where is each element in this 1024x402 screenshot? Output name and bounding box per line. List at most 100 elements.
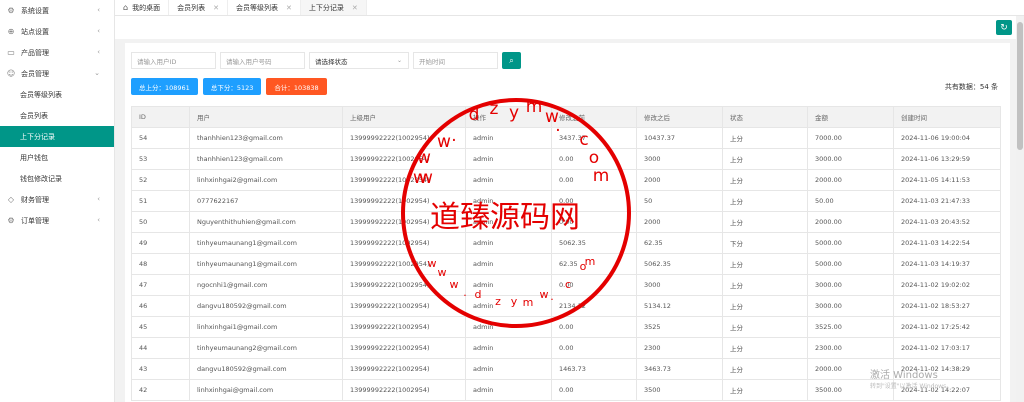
table-row: 53 thanhhien123@gmail.com 13999992222(1002… — [131, 148, 1001, 170]
table-cell: 13999992222(1002954) — [342, 274, 466, 296]
sidebar-item-label: 站点设置 — [21, 27, 49, 36]
sidebar-item-orders[interactable]: ⚙ 订单管理 ‹ — [0, 210, 114, 231]
table-cell: 上分 — [722, 190, 808, 212]
table-cell: 13999992222(1002954) — [342, 337, 466, 359]
sidebar-item-label: 财务管理 — [21, 195, 49, 204]
sidebar-item-label: 系统设置 — [21, 6, 49, 15]
table-cell: 0.00 — [551, 316, 637, 338]
filter-bar: 请输入用户ID 请输入用户号码 请选择状态 ⌄ 开始时间 ⌕ — [131, 52, 521, 69]
content-card: 请输入用户ID 请输入用户号码 请选择状态 ⌄ 开始时间 ⌕ 总上分：10896… — [125, 43, 1010, 402]
table-cell: 上分 — [722, 127, 808, 149]
tab-member-levels[interactable]: 会员等级列表 ✕ — [228, 0, 301, 15]
table-cell: 0.00 — [551, 274, 637, 296]
sidebar-item-products[interactable]: ▭ 产品管理 ‹ — [0, 42, 114, 63]
table-cell: 13999992222(1002954) — [342, 127, 466, 149]
table-cell: 0.00 — [551, 379, 637, 401]
user-id-input[interactable]: 请输入用户ID — [131, 52, 216, 69]
table-cell: 45 — [131, 316, 190, 338]
os-activation-title: 激活 Windows — [870, 370, 938, 381]
refresh-icon: ↻ — [1000, 22, 1008, 33]
table-cell: admin — [465, 169, 552, 191]
sidebar-item-site-settings[interactable]: ⊕ 站点设置 ‹ — [0, 21, 114, 42]
close-icon[interactable]: ✕ — [286, 4, 292, 12]
table-cell: 2024-11-02 17:25:42 — [893, 316, 1001, 338]
table-cell: 下分 — [722, 232, 808, 254]
table-cell: 51 — [131, 190, 190, 212]
phone-input[interactable]: 请输入用户号码 — [220, 52, 305, 69]
sidebar-sub-balance-records[interactable]: 上下分记录 — [0, 126, 114, 147]
chevron-left-icon: ‹ — [97, 216, 100, 224]
sidebar-item-finance[interactable]: ◇ 财务管理 ‹ — [0, 189, 114, 210]
column-header: 创建时间 — [893, 106, 1001, 128]
table-cell: admin — [465, 295, 552, 317]
close-icon[interactable]: ✕ — [352, 4, 358, 12]
tab-label: 上下分记录 — [308, 3, 344, 12]
tab-label: 会员等级列表 — [235, 3, 278, 12]
table-cell: 5000.00 — [807, 232, 894, 254]
table-cell: 13999992222(1002954) — [342, 211, 466, 233]
table-cell: 50.00 — [807, 190, 894, 212]
search-button[interactable]: ⌕ — [502, 52, 521, 69]
start-time-input[interactable]: 开始时间 — [413, 52, 498, 69]
column-header: ID — [131, 106, 190, 128]
table-cell: 13999992222(1002954) — [342, 295, 466, 317]
table-cell: 2024-11-05 14:11:53 — [893, 169, 1001, 191]
globe-icon: ⊕ — [7, 27, 15, 36]
refresh-button[interactable]: ↻ — [996, 20, 1012, 35]
status-select[interactable]: 请选择状态 ⌄ — [309, 52, 409, 69]
home-icon: ⌂ — [123, 3, 129, 12]
sidebar-item-system-settings[interactable]: ⚙ 系统设置 ‹ — [0, 0, 114, 21]
table-cell: admin — [465, 316, 552, 338]
table-cell: 44 — [131, 337, 190, 359]
close-icon[interactable]: ✕ — [213, 4, 219, 12]
table-cell: thanhhien123@gmail.com — [189, 127, 343, 149]
sidebar-item-members[interactable]: ☺ 会员管理 ⌄ — [0, 63, 114, 84]
table-cell: 62.35 — [636, 232, 723, 254]
table-cell: thanhhien123@gmail.com — [189, 148, 343, 170]
scrollbar-thumb[interactable] — [1017, 22, 1023, 150]
tab-desktop[interactable]: ⌂ 我的桌面 — [115, 0, 170, 15]
table-cell: 13999992222(1002954) — [342, 148, 466, 170]
tab-member-list[interactable]: 会员列表 ✕ — [169, 0, 228, 15]
table-cell: 2134.12 — [551, 295, 637, 317]
table-cell: 13999992222(1002954) — [342, 169, 466, 191]
sidebar-sub-wallet[interactable]: 用户钱包 — [0, 147, 114, 168]
sidebar: ⚙ 系统设置 ‹ ⊕ 站点设置 ‹ ▭ 产品管理 ‹ ☺ 会员管理 ⌄ 会员等级… — [0, 0, 115, 402]
sidebar-item-label: 产品管理 — [21, 48, 49, 57]
table-cell: admin — [465, 337, 552, 359]
table-cell: 2024-11-02 17:03:17 — [893, 337, 1001, 359]
table-row: 52 linhxinhgai2@gmail.com 13999992222(1002… — [131, 169, 1001, 191]
table-cell: 2300 — [636, 337, 723, 359]
table-row: 45 linhxinhgai1@gmail.com 13999992222(1002… — [131, 316, 1001, 338]
sidebar-sub-member-levels[interactable]: 会员等级列表 — [0, 84, 114, 105]
table-cell: 3000.00 — [807, 295, 894, 317]
sidebar-item-label: 会员管理 — [21, 69, 49, 78]
table-cell: 50 — [636, 190, 723, 212]
table-cell: 上分 — [722, 379, 808, 401]
table-cell: 3000 — [636, 148, 723, 170]
table-cell: 42 — [131, 379, 190, 401]
table-cell: 1463.73 — [551, 358, 637, 380]
table-cell: ngocnhi1@gmail.com — [189, 274, 343, 296]
table-cell: 3000 — [636, 274, 723, 296]
sum-badge: 合计：103838 — [266, 78, 327, 95]
table-cell: 上分 — [722, 253, 808, 275]
table-cell: 13999992222(1002954) — [342, 253, 466, 275]
table-cell: 0777622167 — [189, 190, 343, 212]
scrollbar[interactable] — [1016, 16, 1024, 402]
sidebar-sub-wallet-records[interactable]: 钱包修改记录 — [0, 168, 114, 189]
sidebar-sub-member-list[interactable]: 会员列表 — [0, 105, 114, 126]
table-cell: 2300.00 — [807, 337, 894, 359]
tab-balance-records[interactable]: 上下分记录 ✕ — [300, 0, 367, 15]
table-cell: 3437.37 — [551, 127, 637, 149]
table-cell: 13999992222(1002954) — [342, 190, 466, 212]
chevron-left-icon: ‹ — [97, 195, 100, 203]
table-cell: dangvu180592@gmail.com — [189, 295, 343, 317]
table-cell: 上分 — [722, 148, 808, 170]
table-cell: 2024-11-06 19:00:04 — [893, 127, 1001, 149]
column-header: 金额 — [807, 106, 894, 128]
table-cell: 2000.00 — [807, 169, 894, 191]
table-cell: 上分 — [722, 295, 808, 317]
folder-icon: ▭ — [7, 48, 15, 57]
table-cell: 48 — [131, 253, 190, 275]
